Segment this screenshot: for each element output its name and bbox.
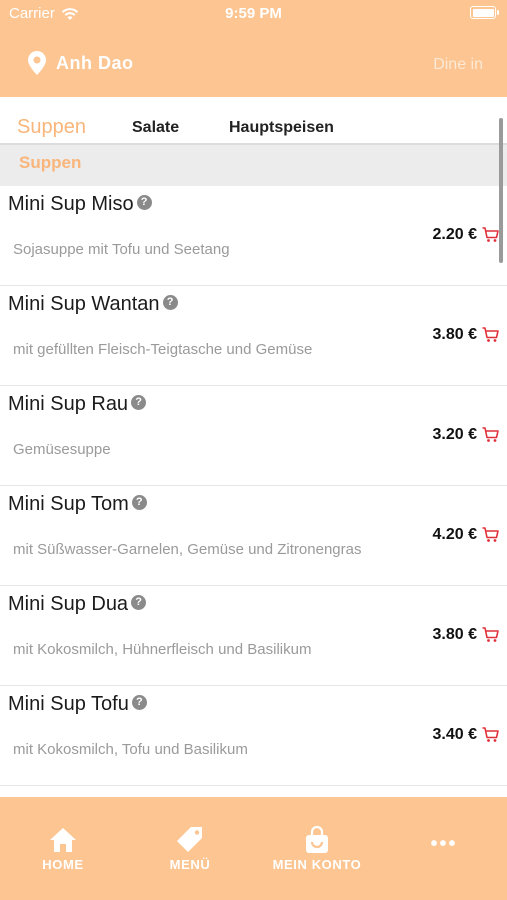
item-price: 4.20 € <box>432 526 477 543</box>
list-item[interactable]: Mini Sup Tom ? mit Süßwasser-Garnelen, G… <box>0 486 507 586</box>
item-price: 3.40 € <box>432 726 477 743</box>
add-to-cart-icon[interactable] <box>482 527 499 543</box>
item-name: Mini Sup Rau <box>8 393 129 415</box>
shopping-bag-icon <box>306 825 328 853</box>
item-name: Mini Sup Miso <box>8 193 134 215</box>
home-icon <box>50 828 76 852</box>
list-item[interactable]: Mini Sup Miso ? Sojasuppe mit Tofu und S… <box>0 186 507 286</box>
tabbar-menu[interactable]: MENÜ <box>135 825 245 872</box>
section-header: Suppen <box>0 145 507 186</box>
menu-item-list: Mini Sup Miso ? Sojasuppe mit Tofu und S… <box>0 186 507 786</box>
bottom-tab-bar: HOME MENÜ MEIN KONTO ••• <box>0 797 507 900</box>
question-icon[interactable]: ? <box>131 695 147 710</box>
tabbar-home[interactable]: HOME <box>8 825 118 872</box>
item-price: 3.80 € <box>432 626 477 643</box>
status-bar: Carrier 9:59 PM <box>0 0 507 28</box>
item-name-row: Mini Sup Tom ? <box>8 493 147 516</box>
add-to-cart-icon[interactable] <box>482 227 499 243</box>
item-name-row: Mini Sup Miso ? <box>8 193 152 216</box>
tabbar-home-label: HOME <box>42 857 84 872</box>
item-description: mit gefüllten Fleisch-Teigtasche und Gem… <box>13 341 313 358</box>
app-header: Carrier 9:59 PM Anh Dao Dine in <box>0 0 507 97</box>
item-name: Mini Sup Dua <box>8 593 129 615</box>
list-item[interactable]: Mini Sup Wantan ? mit gefüllten Fleisch-… <box>0 286 507 386</box>
tabbar-more[interactable]: ••• <box>389 825 499 856</box>
store-name[interactable]: Anh Dao <box>56 53 134 74</box>
question-icon[interactable]: ? <box>131 495 147 510</box>
item-description: mit Süßwasser-Garnelen, Gemüse und Zitro… <box>13 541 362 558</box>
item-price: 3.20 € <box>432 426 477 443</box>
location-pin-icon[interactable] <box>28 51 46 75</box>
tab-hauptspeisen[interactable]: Hauptspeisen <box>229 119 334 137</box>
item-price: 3.80 € <box>432 326 477 343</box>
add-to-cart-icon[interactable] <box>482 427 499 443</box>
tabbar-account-label: MEIN KONTO <box>272 857 362 872</box>
item-name: Mini Sup Wantan <box>8 293 160 315</box>
question-icon[interactable]: ? <box>136 195 152 210</box>
tabbar-menu-label: MENÜ <box>169 857 211 872</box>
tab-suppen[interactable]: Suppen <box>17 116 86 139</box>
list-item[interactable]: Mini Sup Tofu ? mit Kokosmilch, Tofu und… <box>0 686 507 786</box>
list-item[interactable]: Mini Sup Rau ? Gemüsesuppe 3.20 € <box>0 386 507 486</box>
item-description: Sojasuppe mit Tofu und Seetang <box>13 241 230 258</box>
question-icon[interactable]: ? <box>131 595 147 610</box>
scrollbar[interactable] <box>499 118 503 263</box>
item-name-row: Mini Sup Tofu ? <box>8 693 147 716</box>
category-tabs: Suppen Salate Hauptspeisen <box>0 97 507 145</box>
add-to-cart-icon[interactable] <box>482 327 499 343</box>
more-dots-icon: ••• <box>430 833 458 855</box>
clock: 9:59 PM <box>225 5 282 22</box>
tab-salate[interactable]: Salate <box>132 119 179 137</box>
item-description: Gemüsesuppe <box>13 441 111 458</box>
add-to-cart-icon[interactable] <box>482 727 499 743</box>
item-name: Mini Sup Tom <box>8 493 129 515</box>
question-icon[interactable]: ? <box>131 395 147 410</box>
item-name: Mini Sup Tofu <box>8 693 129 715</box>
item-price: 2.20 € <box>432 226 477 243</box>
tabbar-account[interactable]: MEIN KONTO <box>262 825 372 872</box>
item-name-row: Mini Sup Rau ? <box>8 393 147 416</box>
item-name-row: Mini Sup Dua ? <box>8 593 147 616</box>
dine-mode-toggle[interactable]: Dine in <box>433 56 483 74</box>
section-title: Suppen <box>19 153 82 172</box>
battery-icon <box>470 6 499 19</box>
item-description: mit Kokosmilch, Hühnerfleisch und Basili… <box>13 641 312 658</box>
item-description: mit Kokosmilch, Tofu und Basilikum <box>13 741 248 758</box>
item-name-row: Mini Sup Wantan ? <box>8 293 178 316</box>
tag-icon <box>177 827 202 852</box>
add-to-cart-icon[interactable] <box>482 627 499 643</box>
question-icon[interactable]: ? <box>162 295 178 310</box>
list-item[interactable]: Mini Sup Dua ? mit Kokosmilch, Hühnerfle… <box>0 586 507 686</box>
